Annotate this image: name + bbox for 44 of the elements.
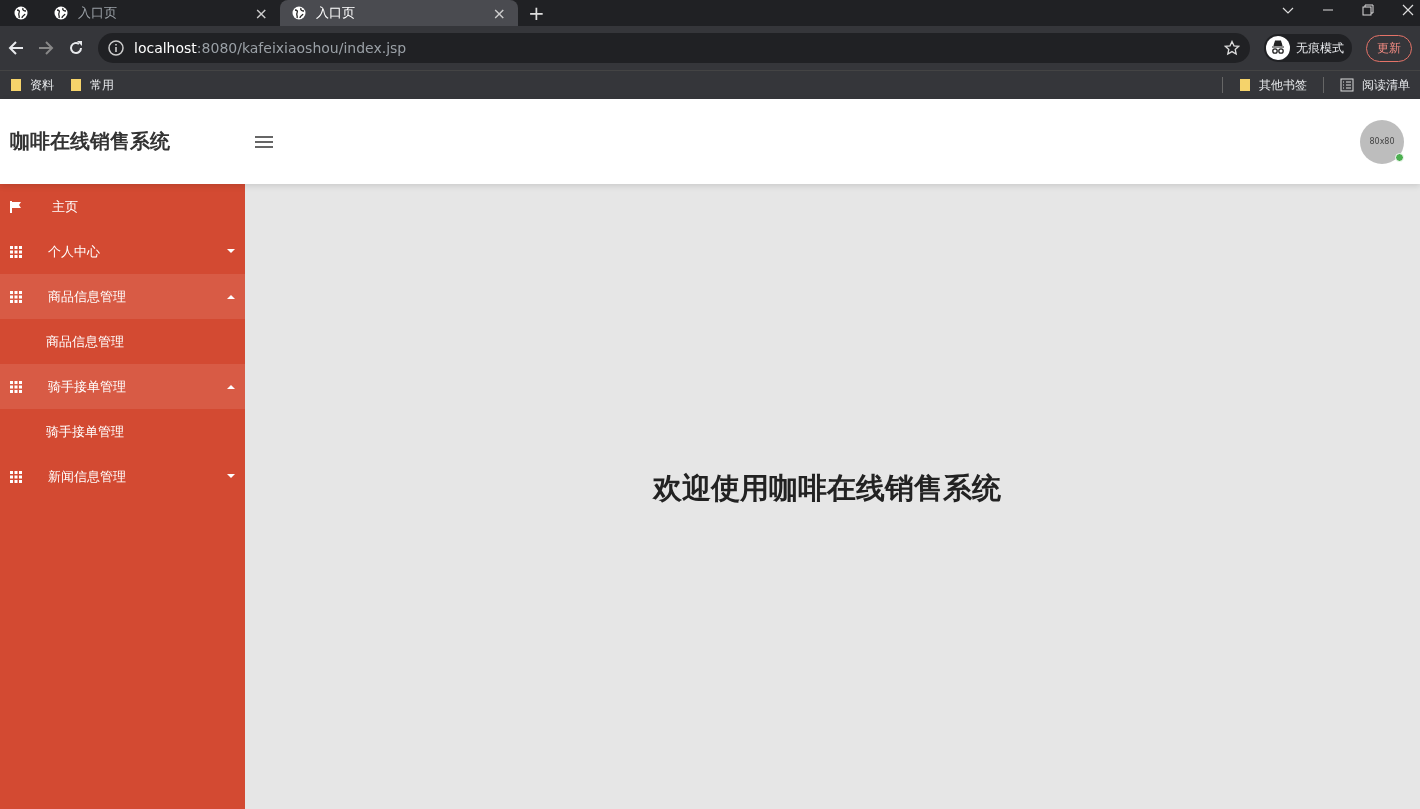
menu-item[interactable]: 新闻信息管理	[0, 454, 245, 499]
welcome-heading: 欢迎使用咖啡在线销售系统	[652, 470, 1001, 507]
flag-icon	[10, 200, 22, 213]
close-icon[interactable]	[1402, 4, 1414, 16]
globe-icon	[54, 6, 68, 20]
menu-item[interactable]: 主页	[0, 184, 245, 229]
caret-up-icon	[227, 294, 235, 299]
menu-icon[interactable]	[255, 134, 273, 149]
browser-tab[interactable]: 入口页 ×	[42, 0, 280, 26]
caret-up-icon	[227, 384, 235, 389]
reading-list[interactable]: 阅读清单	[1340, 76, 1410, 94]
address-bar[interactable]: localhost:8080/kafeixiaoshou/index.jsp	[98, 33, 1250, 63]
tab-close-button[interactable]: ×	[254, 3, 268, 23]
app-title: 咖啡在线销售系统	[9, 128, 171, 155]
folder-icon	[10, 77, 22, 93]
grid-icon	[10, 290, 22, 303]
incognito-indicator[interactable]: 无痕模式	[1264, 34, 1352, 62]
avatar[interactable]: 80x80	[1360, 119, 1404, 164]
browser-tab[interactable]: 入口页 ×	[280, 0, 518, 26]
menu-item[interactable]: 骑手接单管理	[0, 364, 245, 409]
new-tab-button[interactable]: +	[518, 0, 555, 26]
incognito-icon	[1266, 36, 1290, 60]
folder-icon	[70, 77, 82, 93]
folder-icon	[1239, 77, 1251, 93]
caret-down-icon	[227, 249, 235, 254]
bookmark[interactable]: 资料	[10, 76, 54, 94]
restore-icon[interactable]	[1362, 4, 1374, 16]
globe-icon	[14, 6, 28, 20]
grid-icon	[10, 470, 22, 483]
grid-icon	[10, 245, 22, 258]
bookmark[interactable]: 常用	[70, 76, 114, 94]
list-icon	[1340, 78, 1354, 92]
grid-icon	[10, 380, 22, 393]
star-icon[interactable]	[1224, 40, 1240, 56]
info-icon	[108, 40, 124, 56]
reload-icon[interactable]	[68, 40, 84, 56]
menu-item[interactable]: 个人中心	[0, 229, 245, 274]
back-arrow-icon[interactable]	[8, 40, 24, 56]
forward-arrow-icon[interactable]	[38, 40, 54, 56]
tab-close-button[interactable]: ×	[492, 3, 506, 23]
globe-icon	[292, 6, 306, 20]
other-bookmarks[interactable]: 其他书签	[1239, 76, 1307, 94]
menu-item[interactable]: 商品信息管理	[0, 274, 245, 319]
caret-down-icon	[227, 474, 235, 479]
